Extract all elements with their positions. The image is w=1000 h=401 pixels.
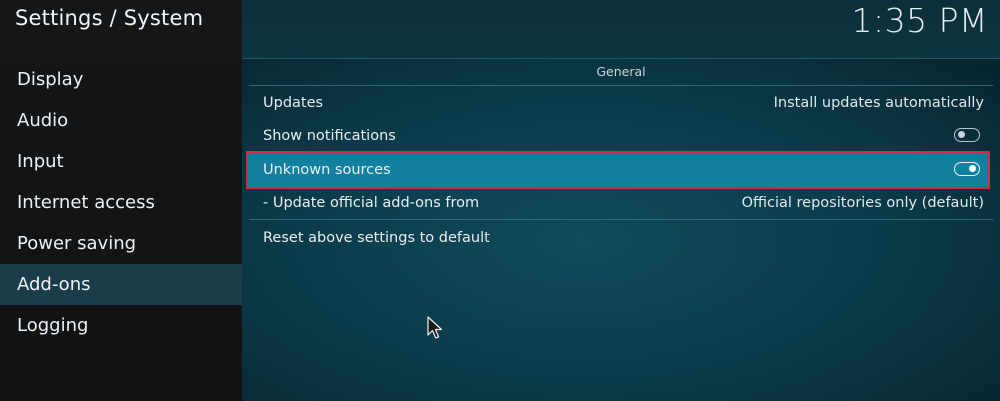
sidebar-item-logging[interactable]: Logging [0,305,242,346]
toggle-knob [958,131,965,138]
setting-label: Show notifications [263,128,396,144]
sidebar-item-audio[interactable]: Audio [0,100,242,141]
mouse-pointer-icon [427,316,443,339]
setting-label: Reset above settings to default [263,230,490,246]
show-notifications-toggle[interactable] [954,128,980,142]
setting-value: Official repositories only (default) [741,195,984,211]
toggle-knob [969,165,976,172]
page-title: Settings / System [15,6,204,30]
sidebar-item-power-saving[interactable]: Power saving [0,223,242,264]
reset-settings-button[interactable]: Reset above settings to default [248,221,988,255]
setting-show-notifications[interactable]: Show notifications [248,119,988,153]
setting-unknown-sources[interactable]: Unknown sources [246,151,990,189]
setting-label: Unknown sources [263,162,391,178]
sidebar-menu: Display Audio Input Internet access Powe… [0,59,242,346]
sidebar-item-input[interactable]: Input [0,141,242,182]
setting-value: Install updates automatically [773,95,984,111]
section-header: General [596,64,646,79]
setting-label: Updates [263,95,324,111]
sidebar-item-internet-access[interactable]: Internet access [0,182,242,223]
setting-updates[interactable]: Updates Install updates automatically [248,86,988,120]
setting-label: - Update official add-ons from [263,195,480,211]
settings-divider [249,219,993,220]
sidebar-item-add-ons[interactable]: Add-ons [0,264,242,305]
settings-screen: Settings / System Display Audio Input In… [0,0,1000,401]
settings-panel: 1:35 PM General Updates Install updates … [242,0,1000,401]
clock: 1:35 PM [851,1,988,40]
top-bar: 1:35 PM [242,0,1000,59]
setting-update-official-add-ons[interactable]: - Update official add-ons from Official … [248,186,988,220]
unknown-sources-toggle[interactable] [954,162,980,176]
sidebar: Settings / System Display Audio Input In… [0,0,242,401]
sidebar-item-display[interactable]: Display [0,59,242,100]
